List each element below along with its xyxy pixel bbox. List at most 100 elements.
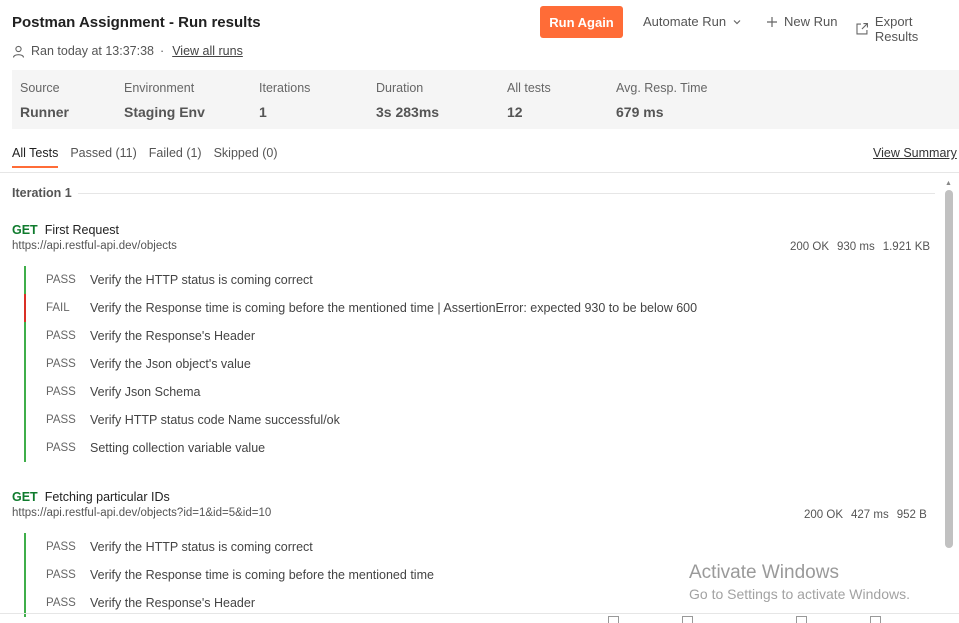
response-size: 952 B <box>896 509 927 521</box>
pass-indicator <box>24 561 26 589</box>
test-result-row: PASS Verify HTTP status code Name succes… <box>24 406 904 434</box>
test-name: Verify the HTTP status is coming correct <box>90 540 313 554</box>
footer-toolbar <box>608 616 882 623</box>
test-name: Verify the Response time is coming befor… <box>90 301 698 315</box>
request-header[interactable]: GET First Request <box>12 221 119 239</box>
summary-label: Avg. Resp. Time <box>616 81 708 95</box>
summary-value: Staging Env <box>124 104 205 120</box>
pass-indicator <box>24 434 26 462</box>
test-result-row: PASS Verify the Json object's value <box>24 350 904 378</box>
summary-label: Duration <box>376 81 424 95</box>
test-status: PASS <box>46 541 76 553</box>
response-time: 427 ms <box>851 509 889 521</box>
test-result-row: PASS Setting collection variable value <box>24 434 904 462</box>
request-meta: 200 OK 427 ms 952 B <box>804 509 927 521</box>
scroll-up-arrow-icon[interactable]: ▲ <box>945 180 952 187</box>
test-name: Setting collection variable value <box>90 441 266 455</box>
iteration-label: Iteration 1 <box>12 186 72 200</box>
test-result-row: PASS Verify the HTTP status is coming co… <box>24 266 904 294</box>
summary-value: 1 <box>259 104 267 120</box>
activate-windows-hint: Go to Settings to activate Windows. <box>689 586 910 602</box>
pass-indicator <box>24 266 26 294</box>
tab-skipped[interactable]: Skipped (0) <box>214 146 278 168</box>
response-size: 1.921 KB <box>882 241 931 253</box>
results-tabs: All Tests Passed (11) Failed (1) Skipped… <box>12 146 278 168</box>
test-status: PASS <box>46 330 76 342</box>
tab-passed[interactable]: Passed (11) <box>70 146 136 168</box>
run-again-button[interactable]: Run Again <box>540 6 623 38</box>
footer-icon[interactable] <box>796 616 808 623</box>
test-result-row: FAIL Verify the Response time is coming … <box>24 294 904 322</box>
tab-failed[interactable]: Failed (1) <box>149 146 202 168</box>
test-status: FAIL <box>46 302 70 314</box>
test-status: PASS <box>46 569 76 581</box>
view-all-runs-link[interactable]: View all runs <box>172 44 243 58</box>
summary-value: 679 ms <box>616 104 664 120</box>
test-name: Verify the Json object's value <box>90 357 251 371</box>
footer-icon[interactable] <box>870 616 882 623</box>
test-result-row: PASS Verify Json Schema <box>24 378 904 406</box>
view-summary-link[interactable]: View Summary <box>873 146 957 160</box>
summary-label: Iterations <box>259 81 311 95</box>
response-status: 200 OK <box>804 509 843 521</box>
export-icon <box>856 22 868 35</box>
fail-indicator <box>24 294 26 322</box>
export-results-button[interactable]: Export Results <box>855 14 959 44</box>
automate-run-button[interactable]: Automate Run <box>643 14 742 29</box>
activate-windows-watermark: Activate Windows <box>689 562 839 583</box>
footer-icon[interactable] <box>682 616 694 623</box>
new-run-button[interactable]: New Run <box>766 14 837 29</box>
test-name: Verify the Response time is coming befor… <box>90 568 434 582</box>
pass-indicator <box>24 350 26 378</box>
request-header[interactable]: GET Fetching particular IDs <box>12 488 170 506</box>
response-time: 930 ms <box>837 241 875 253</box>
test-name: Verify the Response's Header <box>90 329 255 343</box>
test-status: PASS <box>46 274 76 286</box>
request-url: https://api.restful-api.dev/objects <box>12 240 177 252</box>
pass-indicator <box>24 406 26 434</box>
pass-indicator <box>24 378 26 406</box>
page-title: Postman Assignment - Run results <box>12 14 261 31</box>
summary-value: Runner <box>20 104 69 120</box>
request-method: GET <box>12 490 38 504</box>
test-status: PASS <box>46 414 76 426</box>
summary-label: Environment <box>124 81 195 95</box>
request-url: https://api.restful-api.dev/objects?id=1… <box>12 507 272 519</box>
run-summary: Source Runner Environment Staging Env It… <box>12 70 959 129</box>
run-info: Ran today at 13:37:38 · View all runs <box>12 44 243 58</box>
tabs-divider <box>0 172 959 173</box>
automate-run-label: Automate Run <box>643 14 727 29</box>
request-name: Fetching particular IDs <box>44 490 170 504</box>
request-meta: 200 OK 930 ms 1.921 KB <box>790 241 930 253</box>
test-result-row: PASS Verify the HTTP status is coming co… <box>24 533 904 561</box>
request-method: GET <box>12 223 38 237</box>
plus-icon <box>767 16 777 27</box>
footer-divider <box>0 613 959 614</box>
test-status: PASS <box>46 597 76 609</box>
summary-label: All tests <box>507 81 551 95</box>
summary-value: 12 <box>507 104 523 120</box>
test-name: Verify HTTP status code Name successful/… <box>90 413 340 427</box>
tab-all-tests[interactable]: All Tests <box>12 146 59 168</box>
chevron-down-icon <box>733 19 741 24</box>
response-status: 200 OK <box>790 241 829 253</box>
summary-value: 3s 283ms <box>376 104 440 120</box>
iteration-divider <box>78 193 935 194</box>
pass-indicator <box>24 533 26 561</box>
test-status: PASS <box>46 358 76 370</box>
test-name: Verify Json Schema <box>90 385 201 399</box>
export-results-label: Export Results <box>874 14 919 44</box>
test-status: PASS <box>46 442 76 454</box>
separator: · <box>160 44 165 58</box>
summary-label: Source <box>20 81 60 95</box>
test-result-row: PASS Verify the Response's Header <box>24 322 904 350</box>
request-name: First Request <box>44 223 120 237</box>
test-status: PASS <box>46 386 76 398</box>
test-name: Verify the Response's Header <box>90 596 255 610</box>
new-run-label: New Run <box>784 14 838 29</box>
footer-icon[interactable] <box>608 616 619 623</box>
user-icon <box>12 45 25 58</box>
test-name: Verify the HTTP status is coming correct <box>90 273 313 287</box>
scrollbar-thumb[interactable] <box>945 190 953 548</box>
ran-time: Ran today at 13:37:38 <box>31 44 155 58</box>
